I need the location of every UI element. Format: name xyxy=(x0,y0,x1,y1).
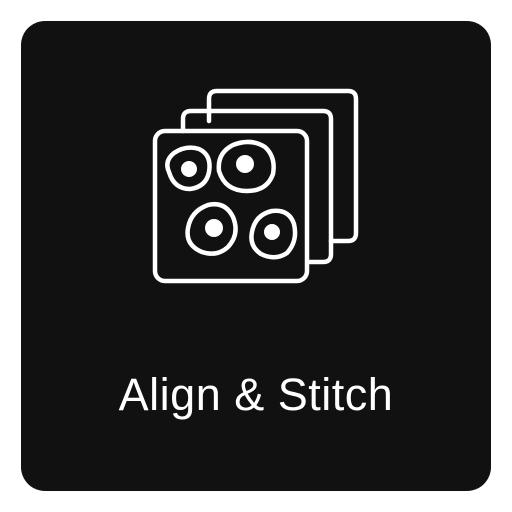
back-layer-frame xyxy=(206,88,359,244)
front-image-frame xyxy=(152,128,310,284)
cell-nucleus-bottom-right xyxy=(264,224,280,240)
cell-nucleus-top-right xyxy=(236,155,254,173)
align-stitch-tile[interactable]: Align & Stitch xyxy=(21,21,491,491)
cell-nucleus-bottom-left xyxy=(205,219,223,237)
cell-nucleus-top-left xyxy=(181,161,197,177)
tile-label: Align & Stitch xyxy=(118,369,394,420)
